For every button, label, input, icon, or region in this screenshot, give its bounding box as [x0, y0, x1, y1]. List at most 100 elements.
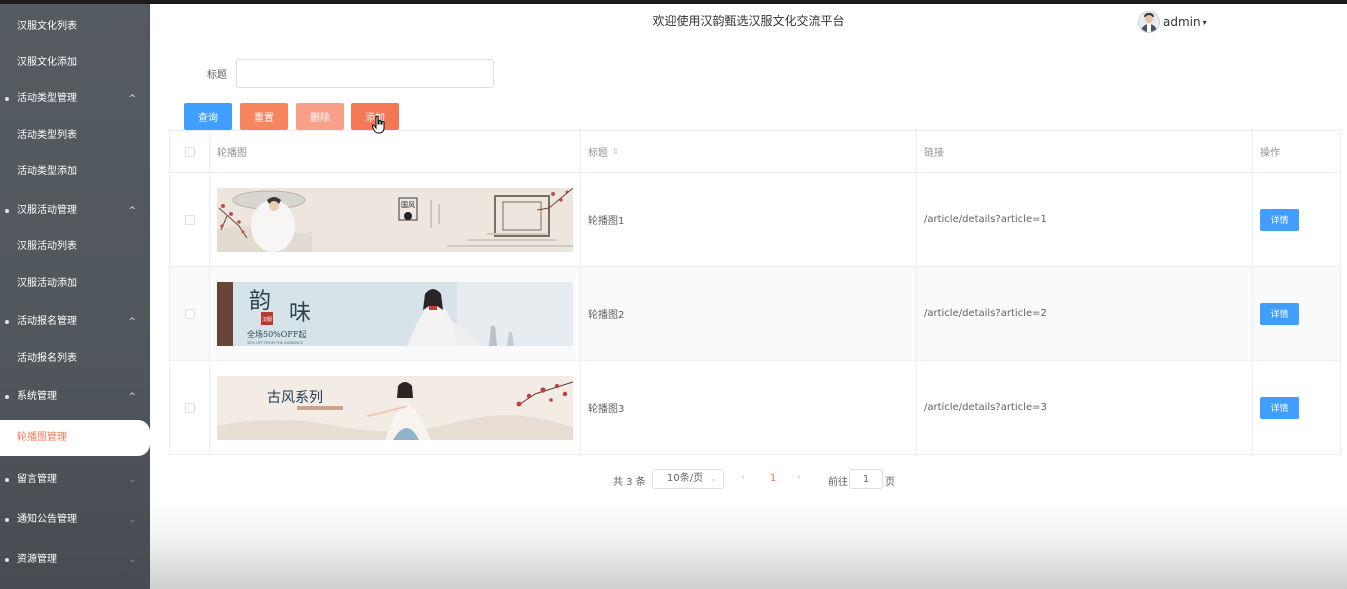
chevron-up-icon[interactable]: ^ [128, 81, 136, 117]
sidebar-item-label: 活动报名管理 [17, 316, 77, 327]
chevron-down-icon[interactable]: ⌄ [128, 502, 136, 538]
sidebar-group[interactable]: 系统管理 ^ [0, 379, 150, 415]
sidebar-item-label: 系统管理 [17, 391, 57, 402]
select-all-checkbox[interactable] [184, 146, 195, 157]
chevron-down-icon[interactable]: ⌄ [128, 542, 136, 578]
chevron-up-icon[interactable]: ^ [128, 379, 136, 415]
header-link: 链接 [917, 131, 1253, 172]
sidebar-item[interactable]: 汉服活动列表 [0, 229, 150, 265]
page-size-value[interactable]: 10条/页 [667, 473, 703, 484]
table-row: 古风系列 轮播图3 /article/details?article=3 详情 [170, 361, 1340, 455]
row-checkbox[interactable] [184, 402, 195, 413]
sort-icon[interactable]: ⇕ [612, 147, 619, 156]
sidebar-item-label: 资源管理 [17, 554, 57, 565]
sidebar-item[interactable]: 汉服文化列表 [0, 9, 150, 45]
banner-tiny: 50% OFF FROM THE AUDIENCE [247, 341, 304, 345]
header-action: 操作 [1260, 148, 1280, 159]
row-action-cell: 详情 [1253, 173, 1340, 266]
sidebar-item[interactable]: 汉服活动添加 [0, 266, 150, 302]
row-title: 轮播图2 [581, 267, 917, 360]
banner-image: 国风 [217, 187, 573, 252]
row-checkbox[interactable] [184, 308, 195, 319]
pagination: 共 3 条 10条/页 ⌄ ‹ 1 › 前往 页 [0, 469, 1347, 489]
sidebar-item-label: 汉服文化列表 [17, 21, 77, 32]
title-filter-label: 标题 [207, 70, 227, 81]
hand-cursor-icon [372, 116, 385, 134]
banner-title: 古风系列 [267, 390, 323, 406]
row-link: /article/details?article=2 [917, 267, 1253, 360]
sidebar-group[interactable]: 汉服活动管理 ^ [0, 193, 150, 229]
header-title[interactable]: 标题 ⇕ [581, 131, 917, 172]
avatar[interactable] [1138, 11, 1160, 33]
banner-stamp: 汉服 [262, 316, 272, 323]
row-select-cell [170, 267, 210, 360]
bullet-icon [5, 395, 9, 399]
detail-button[interactable]: 详情 [1260, 396, 1299, 419]
banner-image: 韵 味 汉服 全场50%OFF起 50% OFF FROM THE AUDIEN… [217, 281, 573, 346]
goto-unit: 页 [885, 477, 895, 488]
sidebar-item-label: 活动类型管理 [17, 93, 77, 104]
sidebar-item[interactable]: 轮播图管理 [0, 420, 150, 456]
sidebar-item[interactable]: 活动报名列表 [0, 341, 150, 377]
bullet-icon [5, 97, 9, 101]
bullet-icon [5, 209, 9, 213]
row-link: /article/details?article=1 [917, 173, 1253, 266]
sidebar-item-label: 汉服活动管理 [17, 205, 77, 216]
row-action-cell: 详情 [1253, 361, 1340, 454]
reset-button[interactable]: 重置 [240, 103, 288, 130]
table-row: 韵 味 汉服 全场50%OFF起 50% OFF FROM THE AUDIEN… [170, 267, 1340, 361]
detail-button[interactable]: 详情 [1260, 302, 1299, 325]
header-title-label[interactable]: 标题 [588, 144, 608, 159]
sidebar-item-label: 汉服文化添加 [17, 57, 77, 68]
sidebar-item-label: 活动类型添加 [17, 166, 77, 177]
sidebar-item-label: 活动类型列表 [17, 130, 77, 141]
sidebar-item[interactable]: 活动类型添加 [0, 154, 150, 190]
next-page-button[interactable]: › [797, 472, 801, 483]
prev-page-button[interactable]: ‹ [741, 472, 745, 483]
chevron-down-icon[interactable]: ⌄ [710, 470, 717, 488]
username[interactable]: admin [1163, 15, 1201, 29]
banner-subtitle: 全场50%OFF起 [247, 329, 306, 339]
sidebar-item-label: 活动报名列表 [17, 353, 77, 364]
title-filter-input[interactable] [236, 59, 494, 88]
banner-cell: 韵 味 汉服 全场50%OFF起 50% OFF FROM THE AUDIEN… [210, 267, 581, 360]
row-title: 轮播图1 [581, 173, 917, 266]
caret-down-icon[interactable]: ▾ [1203, 18, 1207, 27]
sidebar-item-label: 轮播图管理 [17, 432, 67, 443]
bullet-icon [5, 320, 9, 324]
sidebar-group[interactable]: 资源管理 ⌄ [0, 542, 150, 578]
svg-text:国风: 国风 [401, 201, 415, 209]
page-size-select[interactable]: 10条/页 ⌄ [652, 469, 724, 489]
goto-page-input[interactable] [849, 469, 883, 489]
user-menu[interactable]: admin ▾ [1138, 11, 1207, 33]
sidebar-item-label: 汉服活动列表 [17, 241, 77, 252]
select-all-cell [170, 131, 210, 172]
banner-image: 古风系列 [217, 375, 573, 440]
sidebar-group[interactable]: 通知公告管理 ⌄ [0, 502, 150, 538]
row-title: 轮播图3 [581, 361, 917, 454]
sidebar-item[interactable]: 活动类型列表 [0, 118, 150, 154]
page-number-current[interactable]: 1 [770, 473, 776, 484]
table-row: 国风 轮播图1 /article/details?article=1 详情 [170, 173, 1340, 267]
query-button[interactable]: 查询 [184, 103, 232, 130]
chevron-up-icon[interactable]: ^ [128, 193, 136, 229]
bullet-icon [5, 558, 9, 562]
row-checkbox[interactable] [184, 214, 195, 225]
sidebar-item[interactable]: 汉服文化添加 [0, 45, 150, 81]
row-action-cell: 详情 [1253, 267, 1340, 360]
detail-button[interactable]: 详情 [1260, 208, 1299, 231]
sidebar-group[interactable]: 活动报名管理 ^ [0, 304, 150, 340]
sidebar-item-label: 汉服活动添加 [17, 278, 77, 289]
sidebar-group[interactable]: 活动类型管理 ^ [0, 81, 150, 117]
row-select-cell [170, 173, 210, 266]
banner-cell: 古风系列 [210, 361, 581, 454]
sidebar-menu: 汉服文化列表 汉服文化添加 活动类型管理 ^ 活动类型列表 活动类型添加 汉服活动管理 ^ 汉服… [0, 4, 150, 589]
chevron-up-icon[interactable]: ^ [128, 304, 136, 340]
table-header-row: 轮播图 标题 ⇕ 链接 操作 [170, 131, 1340, 173]
bullet-icon [5, 518, 9, 522]
top-header: 欢迎使用汉韵甄选汉服文化交流平台 admin ▾ [150, 4, 1347, 40]
banner-big-char-1: 韵 [249, 289, 271, 314]
sidebar-item-label: 通知公告管理 [17, 514, 77, 525]
delete-button[interactable]: 删除 [296, 103, 344, 130]
banner-cell: 国风 [210, 173, 581, 266]
